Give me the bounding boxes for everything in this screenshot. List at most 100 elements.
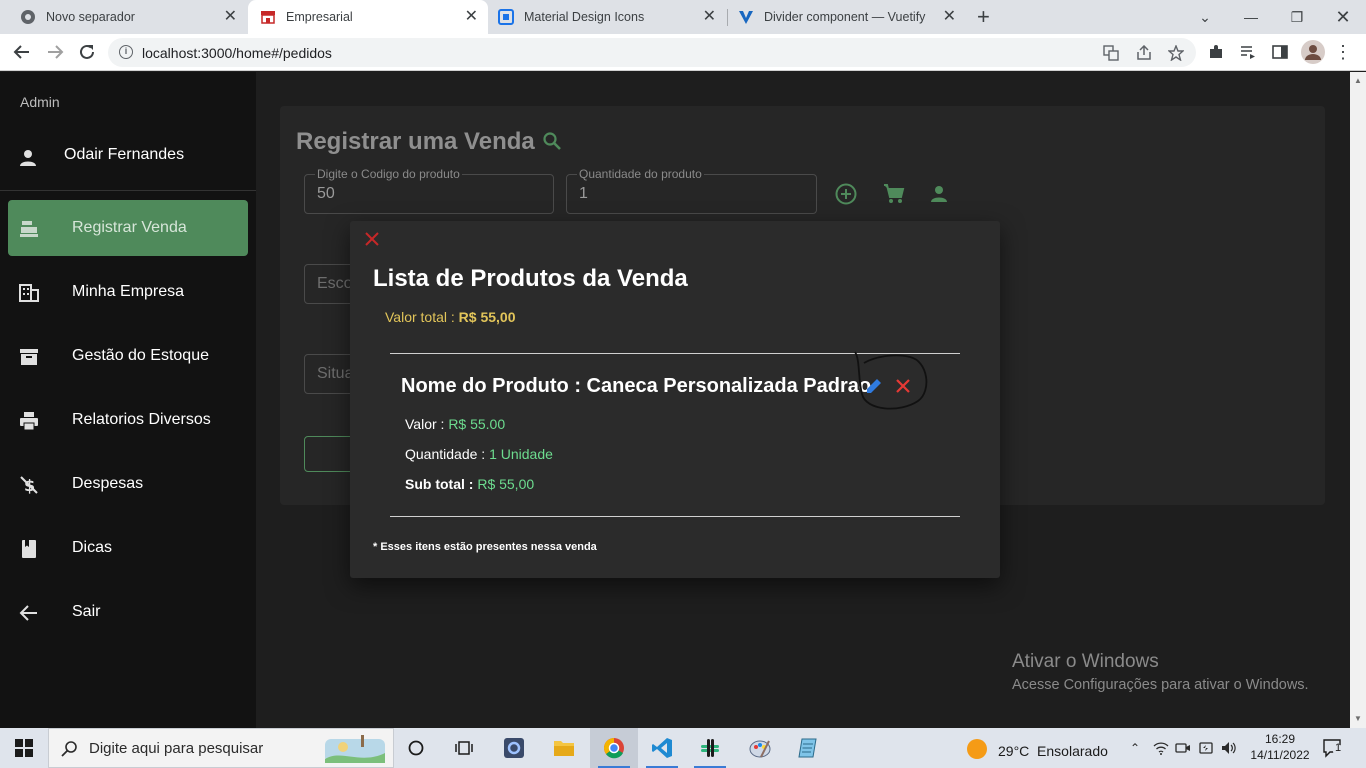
sidebar-item-label: Sair: [72, 603, 101, 620]
translate-icon[interactable]: [1102, 44, 1120, 62]
slack-app-icon[interactable]: [686, 728, 734, 768]
tab-empresarial[interactable]: Empresarial ✕: [248, 0, 488, 34]
sidebar-item-despesas[interactable]: $ Despesas: [8, 456, 248, 512]
sidebar-item-gestao-estoque[interactable]: Gestão do Estoque: [8, 328, 248, 384]
edit-pencil-icon[interactable]: [863, 375, 885, 397]
sidebar-item-minha-empresa[interactable]: Minha Empresa: [8, 264, 248, 320]
close-dialog-icon[interactable]: [363, 230, 381, 248]
user-profile[interactable]: Odair Fernandes: [0, 134, 256, 190]
share-icon[interactable]: [1135, 44, 1153, 62]
product-subtotal-row: Sub total : R$ 55,00: [405, 476, 534, 492]
browser-menu-icon[interactable]: ⋮: [1333, 42, 1353, 62]
sale-products-dialog: Lista de Produtos da Venda Valor total :…: [350, 221, 1000, 578]
page-scrollbar[interactable]: ▲ ▼: [1350, 72, 1366, 728]
profile-avatar-icon[interactable]: [1301, 40, 1325, 64]
network-icon[interactable]: [1152, 740, 1170, 756]
sidebar-item-relatorios[interactable]: Relatorios Diversos: [8, 392, 248, 448]
paint-app-icon[interactable]: [736, 728, 784, 768]
store-icon: [260, 9, 276, 25]
settings-app-icon[interactable]: [490, 728, 538, 768]
product-code-label: Digite o Codigo do produto: [315, 167, 462, 181]
tab-title: Divider component — Vuetify: [764, 10, 926, 24]
back-button[interactable]: [10, 40, 34, 64]
windows-taskbar: Digite aqui para pesquisar 29°C Ensolara…: [0, 728, 1366, 768]
windows-activation-text: Acesse Configurações para ativar o Windo…: [1012, 677, 1309, 693]
select-field-1-text: Esco: [317, 275, 353, 292]
cart-icon[interactable]: [881, 181, 907, 207]
close-tab-icon[interactable]: ✕: [465, 9, 478, 25]
tab-vuetify-divider[interactable]: Divider component — Vuetify ✕: [728, 0, 966, 34]
search-highlight-icon: [321, 731, 391, 768]
notepad-app-icon[interactable]: [784, 728, 832, 768]
sidebar-divider: [0, 190, 256, 191]
quantity-field[interactable]: Quantidade do produto 1: [566, 167, 817, 214]
sun-icon: [966, 738, 988, 763]
minimize-button[interactable]: —: [1228, 0, 1274, 34]
delete-close-icon[interactable]: [892, 375, 914, 397]
side-panel-icon[interactable]: [1270, 42, 1290, 62]
chrome-app-icon[interactable]: [590, 728, 638, 768]
file-explorer-icon[interactable]: [540, 728, 588, 768]
notification-center-button[interactable]: 1: [1322, 738, 1346, 758]
account-icon: [18, 148, 38, 173]
office-building-icon: [18, 282, 40, 304]
dialog-footnote: * Esses itens estão presentes nessa vend…: [373, 541, 597, 553]
scroll-up-icon[interactable]: ▲: [1354, 76, 1362, 85]
close-tab-icon[interactable]: ✕: [224, 9, 237, 25]
meet-now-icon[interactable]: [1174, 740, 1192, 756]
taskbar-search-box[interactable]: Digite aqui para pesquisar: [48, 728, 394, 768]
product-name: Nome do Produto : Caneca Personalizada P…: [401, 375, 872, 397]
arrow-left-icon: [18, 602, 40, 624]
search-icon: [61, 740, 79, 763]
value-label: Valor :: [405, 416, 449, 432]
clock-date: 14/11/2022: [1250, 748, 1310, 762]
volume-icon[interactable]: [1220, 740, 1238, 756]
show-hidden-icons[interactable]: ⌃: [1126, 740, 1144, 756]
close-tab-icon[interactable]: ✕: [703, 9, 716, 25]
browser-toolbar: i localhost:3000/home#/pedidos ⋮: [0, 34, 1366, 71]
search-icon[interactable]: [542, 131, 562, 156]
address-bar[interactable]: i localhost:3000/home#/pedidos: [108, 38, 1196, 67]
restore-button[interactable]: ❐: [1274, 0, 1320, 34]
forward-button[interactable]: [43, 40, 67, 64]
task-view-button[interactable]: [440, 728, 488, 768]
notification-count: 1: [1335, 742, 1342, 754]
page-title: Registrar uma Venda: [296, 128, 535, 155]
tab-search-icon[interactable]: ⌄: [1182, 0, 1228, 34]
reload-button[interactable]: [75, 40, 99, 64]
product-code-field[interactable]: Digite o Codigo do produto 50: [304, 167, 554, 214]
sidebar-item-dicas[interactable]: Dicas: [8, 520, 248, 576]
app-sidebar: Admin Odair Fernandes Registrar Venda Mi…: [0, 72, 256, 728]
sidebar-item-registrar-venda[interactable]: Registrar Venda: [8, 200, 248, 256]
battery-icon[interactable]: [1197, 740, 1215, 756]
scroll-down-icon[interactable]: ▼: [1354, 714, 1362, 723]
new-tab-button[interactable]: +: [977, 6, 990, 28]
close-tab-icon[interactable]: ✕: [943, 9, 956, 25]
extensions-icon[interactable]: [1206, 42, 1226, 62]
client-account-icon[interactable]: [926, 181, 952, 207]
sidebar-item-label: Gestão do Estoque: [72, 347, 209, 364]
site-info-icon[interactable]: i: [119, 45, 133, 59]
add-circle-icon[interactable]: [833, 181, 859, 207]
cortana-button[interactable]: [392, 728, 440, 768]
close-window-button[interactable]: ✕: [1320, 0, 1366, 34]
bookmark-star-icon[interactable]: [1167, 44, 1185, 62]
vscode-app-icon[interactable]: [638, 728, 686, 768]
url-text: localhost:3000/home#/pedidos: [142, 45, 332, 61]
product-value-row: Valor : R$ 55.00: [405, 416, 505, 432]
clock[interactable]: 16:29 14/11/2022: [1248, 731, 1312, 763]
total-value: Valor total : R$ 55,00: [385, 309, 516, 325]
tab-novo-separador[interactable]: Novo separador ✕: [0, 0, 247, 34]
weather-text: 29°C Ensolarado: [998, 742, 1108, 759]
windows-start-button[interactable]: [0, 728, 48, 768]
tab-title: Empresarial: [286, 10, 353, 24]
sidebar-item-label: Dicas: [72, 539, 113, 556]
weather-widget[interactable]: 29°C Ensolarado: [966, 738, 1108, 763]
tab-material-design-icons[interactable]: Material Design Icons ✕: [488, 0, 726, 34]
media-queue-icon[interactable]: [1238, 42, 1258, 62]
windows-logo-icon: [15, 739, 33, 757]
subtotal-value: R$ 55,00: [477, 476, 535, 492]
select-field-2-text: Situa: [317, 365, 354, 382]
sidebar-item-sair[interactable]: Sair: [8, 584, 248, 640]
windows-activation-title: Ativar o Windows: [1012, 651, 1159, 672]
